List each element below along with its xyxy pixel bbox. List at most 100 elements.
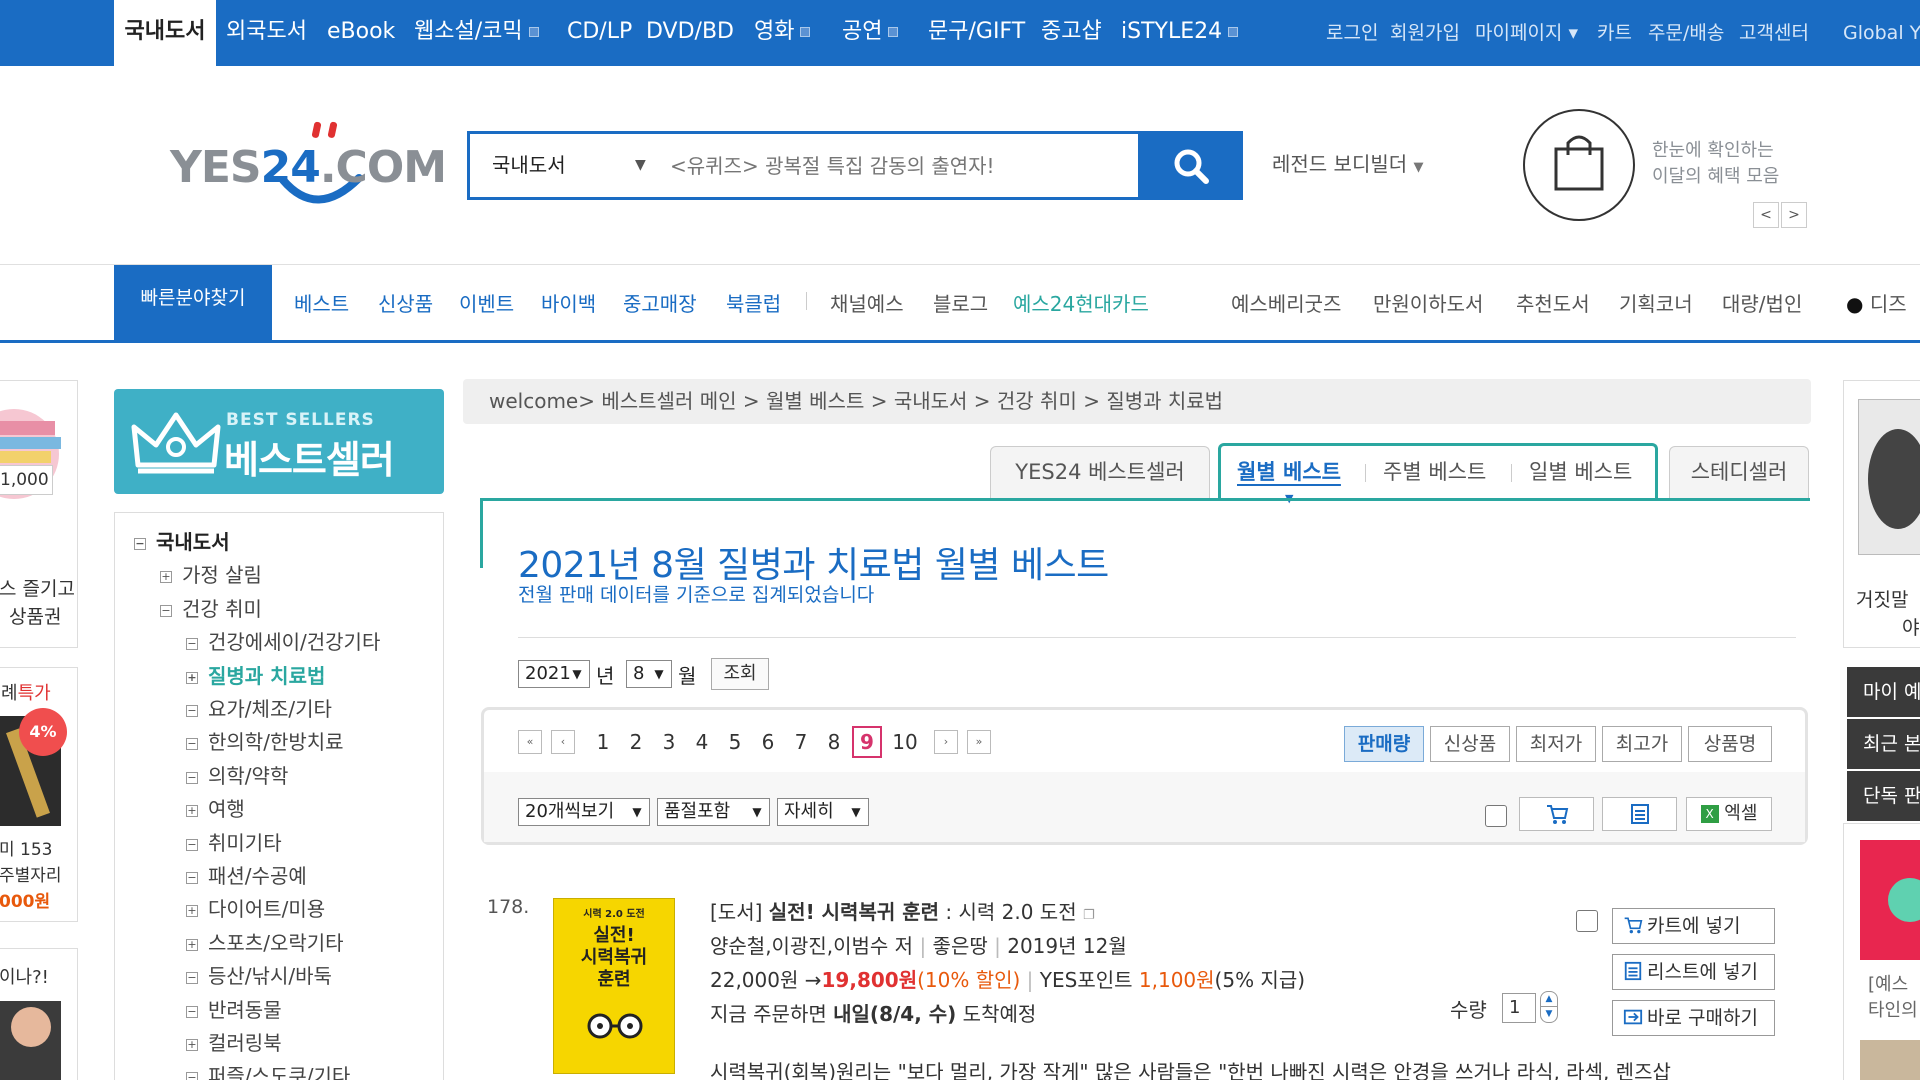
right-tab-my-yes[interactable]: 마이 예스 [1847,667,1920,717]
soldout-select[interactable]: 품절포함 ▼ [657,798,770,826]
yes24-logo[interactable]: YES24.COM [170,120,447,212]
gnb-disney[interactable]: ● 디즈 [1846,288,1907,317]
collapse-icon[interactable]: − [186,838,198,851]
sort-sales[interactable]: 판매량 [1344,726,1424,762]
per-page-select[interactable]: 20개씩보기 ▼ [518,798,650,826]
expand-icon[interactable]: + [186,671,198,684]
add-selected-to-cart-button[interactable] [1519,797,1594,831]
gnb-bookclub[interactable]: 북클럽 [726,288,781,317]
category-tree-item[interactable]: − 퍼즐/스도쿠/기타 [186,1060,350,1080]
quantity-stepper[interactable]: ▲ ▼ [1540,991,1558,1025]
sort-new[interactable]: 신상품 [1430,726,1510,762]
gnb-event[interactable]: 이벤트 [459,288,514,317]
quick-category-find-button[interactable]: 빠른분야찾기 [114,265,272,343]
last-page-button[interactable]: » [967,730,991,754]
gnb-special-corner[interactable]: 기획코너 [1619,288,1693,317]
mypage-link[interactable]: 마이페이지 ▾ [1475,0,1578,66]
next-page-button[interactable]: › [934,730,958,754]
benefit-next-button[interactable]: > [1781,202,1807,228]
top-cat-foreign[interactable]: 외국도서 [226,0,307,66]
expand-icon[interactable]: + [186,938,198,951]
customer-center-link[interactable]: 고객센터 [1739,0,1809,66]
breadcrumb[interactable]: welcome> 베스트셀러 메인 > 월별 베스트 > 국내도서 > 건강 취… [463,379,1811,424]
product-cover-image[interactable]: 시력 2.0 도전 실전! 시력복귀 훈련 [553,898,675,1074]
category-tree-item[interactable]: − 취미기타 [186,827,282,856]
order-delivery-link[interactable]: 주문/배송 [1648,0,1724,66]
category-tree-item[interactable]: − 건강에세이/건강기타 [186,626,380,655]
search-category-select[interactable]: 국내도서 [492,134,566,197]
stepper-down-icon[interactable]: ▼ [1540,1007,1558,1023]
right-tab-exclusive[interactable]: 단독 판 [1847,771,1920,821]
chevron-down-icon[interactable]: ▼ [635,134,646,197]
tab-steady-seller[interactable]: 스테디셀러 [1669,446,1809,498]
category-tree-item[interactable]: + 질병과 치료법 [186,660,325,689]
top-cat-used[interactable]: 중고샵 [1041,0,1102,66]
category-tree-item[interactable]: − 국내도서 [134,526,230,555]
select-all-checkbox[interactable] [1485,805,1507,827]
collapse-icon[interactable]: − [160,604,172,617]
category-tree-item[interactable]: − 요가/체조/기타 [186,693,332,722]
sort-lowest-price[interactable]: 최저가 [1516,726,1596,762]
gnb-channel-yes[interactable]: 채널예스 [830,288,904,317]
bestseller-banner[interactable]: BEST SELLERS 베스트셀러 [114,389,444,494]
left-ad-special-price[interactable]: 례특가 4% 미 153 주별자리 000원 [0,667,78,922]
page-number-link[interactable]: 4 [687,726,717,758]
page-number-link[interactable]: 6 [753,726,783,758]
top-cat-dvdbd[interactable]: DVD/BD [646,0,734,66]
page-number-link[interactable]: 5 [720,726,750,758]
gnb-used-store[interactable]: 중고매장 [623,288,697,317]
top-cat-istyle[interactable]: iSTYLE24 [1121,0,1239,66]
cart-link[interactable]: 카트 [1597,0,1632,66]
collapse-icon[interactable]: − [186,972,198,985]
expand-icon[interactable]: + [186,1039,198,1051]
gnb-new[interactable]: 신상품 [378,288,433,317]
prev-page-button[interactable]: ‹ [551,730,575,754]
category-tree-item[interactable]: + 가정 살림 [160,559,262,588]
left-ad-question[interactable]: 이나?! [0,948,78,1080]
gnb-recommended[interactable]: 추천도서 [1516,288,1590,317]
gnb-goods[interactable]: 예스베리굿즈 [1231,288,1341,317]
page-number-link[interactable]: 10 [890,726,920,758]
top-cat-gift[interactable]: 문구/GIFT [928,0,1025,66]
lookup-button[interactable]: 조회 [711,658,769,690]
page-number-link[interactable]: 1 [588,726,618,758]
collapse-icon[interactable]: − [186,771,198,784]
top-cat-movie[interactable]: 영화 [754,0,811,66]
category-tree-item[interactable]: + 다이어트/미용 [186,893,325,922]
collapse-icon[interactable]: − [186,638,198,651]
stepper-up-icon[interactable]: ▲ [1540,991,1558,1007]
sort-name[interactable]: 상품명 [1688,726,1772,762]
add-to-cart-button[interactable]: 카트에 넣기 [1612,908,1775,944]
category-tree-item[interactable]: − 패션/수공예 [186,860,307,889]
expand-icon[interactable]: + [160,571,172,584]
page-number-link[interactable]: 8 [819,726,849,758]
top-cat-domestic[interactable]: 국내도서 [114,0,216,66]
global-link[interactable]: Global Y [1843,0,1920,66]
page-number-link[interactable]: 9 [852,726,882,758]
top-cat-cdlp[interactable]: CD/LP [567,0,632,66]
category-tree-item[interactable]: − 등산/낚시/바둑 [186,960,332,989]
signup-link[interactable]: 회원가입 [1390,0,1460,66]
category-tree-item[interactable]: − 건강 취미 [160,593,262,622]
tab-daily[interactable]: 일별 베스트 [1529,456,1632,486]
quantity-input[interactable]: 1 [1502,993,1536,1023]
tab-monthly[interactable]: 월별 베스트 [1237,456,1341,486]
collapse-icon[interactable]: − [134,538,146,550]
product-title-link[interactable]: 실전! 시력복귀 훈련 [769,900,939,924]
gnb-bulk-order[interactable]: 대량/법인 [1722,288,1802,317]
gnb-buyback[interactable]: 바이백 [541,288,596,317]
product-publisher-link[interactable]: 좋은땅 [933,934,988,958]
page-number-link[interactable]: 2 [621,726,651,758]
benefit-prev-button[interactable]: < [1753,202,1779,228]
search-button[interactable] [1138,131,1243,200]
expand-icon[interactable]: + [186,805,198,818]
sort-highest-price[interactable]: 최고가 [1602,726,1682,762]
expand-icon[interactable]: + [186,905,198,918]
excel-export-button[interactable]: X 엑셀 [1686,797,1772,831]
page-number-link[interactable]: 7 [786,726,816,758]
page-number-link[interactable]: 3 [654,726,684,758]
category-tree-item[interactable]: − 의학/약학 [186,760,288,789]
collapse-icon[interactable]: − [186,1005,198,1018]
product-checkbox[interactable] [1576,910,1598,932]
gnb-under-10000[interactable]: 만원이하도서 [1373,288,1483,317]
